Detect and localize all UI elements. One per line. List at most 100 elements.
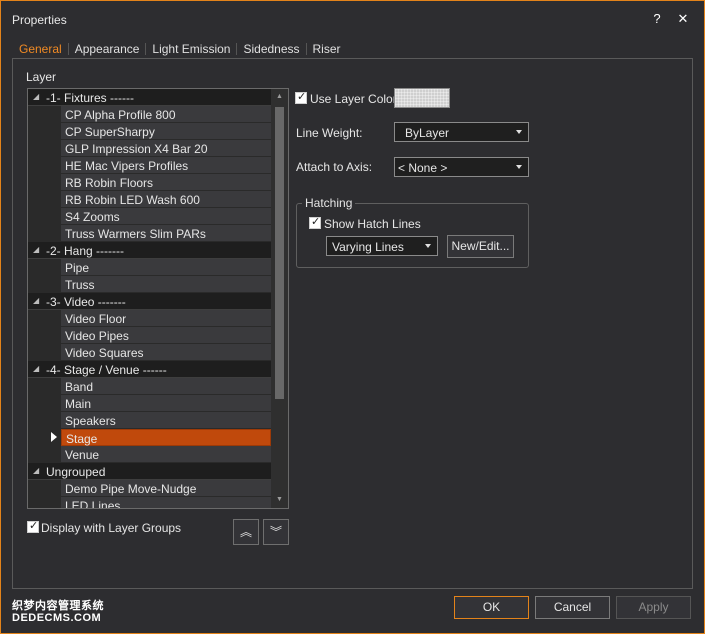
- watermark-line-1: 织梦内容管理系统: [12, 600, 104, 612]
- watermark-line-2: DEDECMS.COM: [12, 612, 102, 624]
- row-indent: [45, 123, 61, 140]
- layer-item-row[interactable]: Venue: [61, 446, 271, 463]
- row-indent: [45, 259, 61, 276]
- tab-bar: General Appearance Light Emission Sidedn…: [13, 39, 347, 59]
- row-indent: [45, 480, 61, 497]
- tab-general[interactable]: General: [13, 39, 68, 59]
- layer-group-label: -2- Hang -------: [46, 244, 124, 258]
- layer-item-label: RB Robin Floors: [65, 176, 154, 190]
- layer-item-row[interactable]: Truss Warmers Slim PARs: [61, 225, 271, 242]
- checkmark-icon: ✓: [311, 216, 321, 228]
- expand-triangle-icon[interactable]: ◢: [33, 466, 39, 475]
- row-indent: [45, 395, 61, 412]
- layer-item-label: Truss Warmers Slim PARs: [65, 227, 206, 241]
- layer-item-row[interactable]: Video Pipes: [61, 327, 271, 344]
- checkmark-icon: ✓: [297, 91, 307, 103]
- layer-item-label: CP Alpha Profile 800: [65, 108, 176, 122]
- layer-item-row[interactable]: RB Robin Floors: [61, 174, 271, 191]
- layer-item-label: Demo Pipe Move-Nudge: [65, 482, 197, 496]
- tree-scrollbar[interactable]: ▲ ▼: [271, 89, 288, 508]
- layer-group-row[interactable]: ◢ -3- Video -------: [28, 293, 271, 310]
- line-weight-label: Line Weight:: [296, 126, 363, 140]
- apply-button[interactable]: Apply: [616, 596, 691, 619]
- tab-appearance[interactable]: Appearance: [69, 39, 146, 59]
- layer-item-row[interactable]: Pipe: [61, 259, 271, 276]
- use-layer-color-checkbox[interactable]: ✓: [295, 91, 307, 104]
- scroll-up-icon[interactable]: ▲: [271, 90, 288, 104]
- cancel-button[interactable]: Cancel: [535, 596, 610, 619]
- expand-triangle-icon[interactable]: ◢: [33, 364, 39, 373]
- hatching-title: Hatching: [302, 196, 356, 210]
- layer-item-row[interactable]: Video Squares: [61, 344, 271, 361]
- layer-item-row[interactable]: HE Mac Vipers Profiles: [61, 157, 271, 174]
- layer-item-row[interactable]: Main: [61, 395, 271, 412]
- expand-triangle-icon[interactable]: ◢: [33, 245, 39, 254]
- row-indent: [45, 106, 61, 123]
- row-indent: [45, 378, 61, 395]
- double-chevron-up-icon: ︽: [239, 525, 252, 539]
- layer-item-label: Venue: [65, 448, 100, 462]
- attach-axis-dropdown[interactable]: < None >: [394, 157, 529, 177]
- line-weight-dropdown[interactable]: ByLayer: [394, 122, 529, 142]
- scroll-thumb[interactable]: [275, 107, 284, 399]
- tab-light-emission[interactable]: Light Emission: [146, 39, 236, 59]
- chevron-down-icon: [516, 165, 522, 169]
- double-chevron-down-icon: ︾: [269, 525, 282, 539]
- row-indent: [45, 446, 61, 463]
- layer-color-swatch[interactable]: [394, 88, 450, 108]
- ok-button[interactable]: OK: [454, 596, 529, 619]
- row-indent: [45, 140, 61, 157]
- watermark: 织梦内容管理系统 DEDECMS.COM: [12, 600, 104, 624]
- title-bar: Properties ? ✕: [1, 1, 704, 36]
- new-edit-button[interactable]: New/Edit...: [447, 235, 514, 258]
- scroll-down-icon[interactable]: ▼: [271, 493, 288, 507]
- layer-item-label: Video Pipes: [65, 329, 129, 343]
- layer-item-label: LED Lines: [65, 499, 121, 509]
- row-indent: [45, 412, 61, 429]
- close-button[interactable]: ✕: [673, 10, 693, 28]
- help-button[interactable]: ?: [647, 10, 667, 28]
- layer-item-row[interactable]: CP SuperSharpy: [61, 123, 271, 140]
- layer-item-row[interactable]: Stage: [61, 429, 271, 446]
- layer-group-label: -1- Fixtures ------: [46, 91, 134, 105]
- expand-triangle-icon[interactable]: ◢: [33, 92, 39, 101]
- layer-tree[interactable]: ◢ -1- Fixtures ------ CP Alpha Profile 800…: [27, 88, 289, 509]
- layer-item-label: RB Robin LED Wash 600: [65, 193, 200, 207]
- display-with-groups-checkbox[interactable]: ✓: [27, 520, 39, 533]
- layer-item-label: Main: [65, 397, 92, 411]
- layer-item-row[interactable]: Video Floor: [61, 310, 271, 327]
- move-up-button[interactable]: ︽: [233, 519, 259, 545]
- layer-item-row[interactable]: Demo Pipe Move-Nudge: [61, 480, 271, 497]
- layer-item-row[interactable]: LED Lines: [61, 497, 271, 509]
- layer-item-row[interactable]: S4 Zooms: [61, 208, 271, 225]
- move-down-button[interactable]: ︾: [263, 519, 289, 545]
- expand-triangle-icon[interactable]: ◢: [33, 296, 39, 305]
- layer-item-row[interactable]: RB Robin LED Wash 600: [61, 191, 271, 208]
- layer-item-label: Pipe: [65, 261, 90, 275]
- layer-group-row[interactable]: ◢ -4- Stage / Venue ------: [28, 361, 271, 378]
- tab-sidedness[interactable]: Sidedness: [237, 39, 305, 59]
- show-hatch-lines-checkbox[interactable]: ✓: [309, 216, 321, 229]
- layer-item-row[interactable]: Band: [61, 378, 271, 395]
- layer-group-label: -3- Video -------: [46, 295, 126, 309]
- layer-item-label: Video Squares: [65, 346, 144, 360]
- layer-label: Layer: [26, 70, 57, 84]
- layer-group-row[interactable]: ◢ Ungrouped: [28, 463, 271, 480]
- layer-item-row[interactable]: Speakers: [61, 412, 271, 429]
- layer-group-label: Ungrouped: [46, 465, 106, 479]
- hatch-style-dropdown[interactable]: Varying Lines: [326, 236, 438, 256]
- layer-item-label: Speakers: [65, 414, 116, 428]
- chevron-down-icon: [425, 244, 431, 248]
- layer-item-label: Band: [65, 380, 94, 394]
- attach-axis-label: Attach to Axis:: [296, 160, 373, 174]
- layer-item-label: Video Floor: [65, 312, 127, 326]
- checkmark-icon: ✓: [29, 520, 39, 532]
- layer-group-row[interactable]: ◢ -2- Hang -------: [28, 242, 271, 259]
- layer-item-row[interactable]: Truss: [61, 276, 271, 293]
- layer-item-row[interactable]: CP Alpha Profile 800: [61, 106, 271, 123]
- layer-item-row[interactable]: GLP Impression X4 Bar 20: [61, 140, 271, 157]
- row-indent: [45, 497, 61, 508]
- row-indent: [45, 344, 61, 361]
- layer-group-row[interactable]: ◢ -1- Fixtures ------: [28, 89, 271, 106]
- tab-riser[interactable]: Riser: [307, 39, 347, 59]
